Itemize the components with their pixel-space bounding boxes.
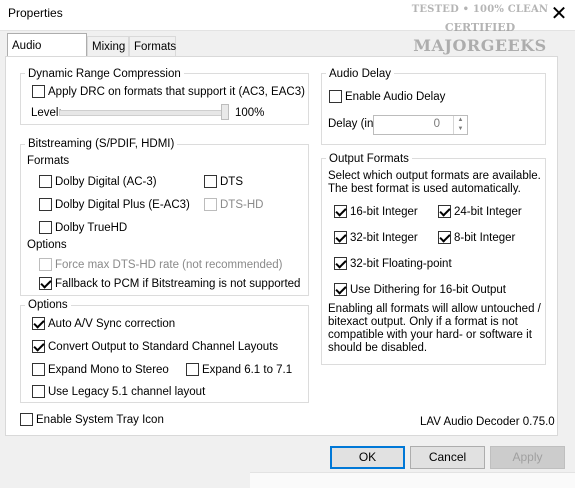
- tab-formats[interactable]: Formats: [129, 36, 176, 57]
- bitstreaming-legend: Bitstreaming (S/PDIF, HDMI): [25, 137, 178, 151]
- fallback-pcm-label: Fallback to PCM if Bitstreaming is not s…: [55, 278, 301, 290]
- int8-checkbox[interactable]: [438, 231, 451, 244]
- drc-level-value: 100%: [235, 107, 265, 119]
- enable-audio-delay-label: Enable Audio Delay: [345, 91, 446, 103]
- apply-button[interactable]: Apply: [490, 446, 565, 469]
- system-tray-label: Enable System Tray Icon: [36, 414, 164, 426]
- apply-drc-label: Apply DRC on formats that support it (AC…: [48, 86, 305, 98]
- apply-drc-checkbox[interactable]: [32, 85, 45, 98]
- int24-checkbox[interactable]: [438, 205, 451, 218]
- spin-up-icon[interactable]: ▲: [454, 116, 467, 125]
- int16-label: 16-bit Integer: [350, 206, 418, 218]
- delay-ms-value: 0: [433, 118, 440, 130]
- drc-level-slider-thumb[interactable]: [221, 104, 229, 120]
- int24-label: 24-bit Integer: [454, 206, 522, 218]
- expand-61-checkbox[interactable]: [186, 363, 199, 376]
- ok-button[interactable]: OK: [330, 446, 405, 469]
- legacy-51-label: Use Legacy 5.1 channel layout: [48, 386, 206, 398]
- dolby-digital-plus-label: Dolby Digital Plus (E-AC3): [55, 199, 190, 211]
- force-max-dtshd-label: Force max DTS-HD rate (not recommended): [55, 259, 283, 271]
- window-title: Properties: [8, 6, 63, 20]
- output-formats-legend: Output Formats: [326, 152, 412, 166]
- output-formats-note: Enabling all formats will allow untouche…: [328, 303, 541, 354]
- expand-mono-label: Expand Mono to Stereo: [48, 364, 169, 376]
- bitstreaming-options-heading: Options: [27, 239, 67, 251]
- dithering-checkbox[interactable]: [334, 283, 347, 296]
- expand-61-label: Expand 6.1 to 7.1: [202, 364, 293, 376]
- int32-checkbox[interactable]: [334, 231, 347, 244]
- background-window-strip: [250, 472, 575, 488]
- dolby-truehd-label: Dolby TrueHD: [55, 222, 128, 234]
- drc-level-slider-track[interactable]: [59, 110, 229, 116]
- float32-checkbox[interactable]: [334, 257, 347, 270]
- drc-level-label: Level:: [31, 107, 62, 119]
- tab-audio-settings[interactable]: Audio Settings: [7, 33, 87, 76]
- tab-mixing[interactable]: Mixing: [87, 36, 129, 57]
- version-label: LAV Audio Decoder 0.75.0: [420, 416, 555, 428]
- audio-delay-legend: Audio Delay: [326, 67, 395, 81]
- output-formats-description: Select which output formats are availabl…: [328, 170, 541, 195]
- dolby-digital-label: Dolby Digital (AC-3): [55, 176, 157, 188]
- force-max-dtshd-checkbox[interactable]: [39, 258, 52, 271]
- formats-heading: Formats: [27, 155, 70, 167]
- system-tray-checkbox[interactable]: [20, 413, 33, 426]
- dolby-truehd-checkbox[interactable]: [39, 221, 52, 234]
- auto-av-sync-checkbox[interactable]: [32, 317, 45, 330]
- dts-label: DTS: [220, 176, 243, 188]
- dts-hd-checkbox[interactable]: [204, 198, 217, 211]
- legacy-51-checkbox[interactable]: [32, 385, 45, 398]
- drc-legend: Dynamic Range Compression: [25, 67, 184, 81]
- float32-label: 32-bit Floating-point: [350, 258, 452, 270]
- convert-output-checkbox[interactable]: [32, 340, 45, 353]
- int8-label: 8-bit Integer: [454, 232, 516, 244]
- auto-av-sync-label: Auto A/V Sync correction: [48, 318, 176, 330]
- delay-ms-spinbox[interactable]: 0 ▲ ▼: [373, 115, 468, 135]
- dolby-digital-checkbox[interactable]: [39, 175, 52, 188]
- expand-mono-checkbox[interactable]: [32, 363, 45, 376]
- options-legend: Options: [25, 298, 71, 312]
- int16-checkbox[interactable]: [334, 205, 347, 218]
- dts-hd-label: DTS-HD: [220, 199, 264, 211]
- spin-down-icon[interactable]: ▼: [454, 125, 467, 134]
- dts-checkbox[interactable]: [204, 175, 217, 188]
- int32-label: 32-bit Integer: [350, 232, 418, 244]
- cancel-button[interactable]: Cancel: [410, 446, 485, 469]
- fallback-pcm-checkbox[interactable]: [39, 277, 52, 290]
- dolby-digital-plus-checkbox[interactable]: [39, 198, 52, 211]
- enable-audio-delay-checkbox[interactable]: [329, 90, 342, 103]
- dithering-label: Use Dithering for 16-bit Output: [350, 284, 506, 296]
- convert-output-label: Convert Output to Standard Channel Layou…: [48, 341, 279, 353]
